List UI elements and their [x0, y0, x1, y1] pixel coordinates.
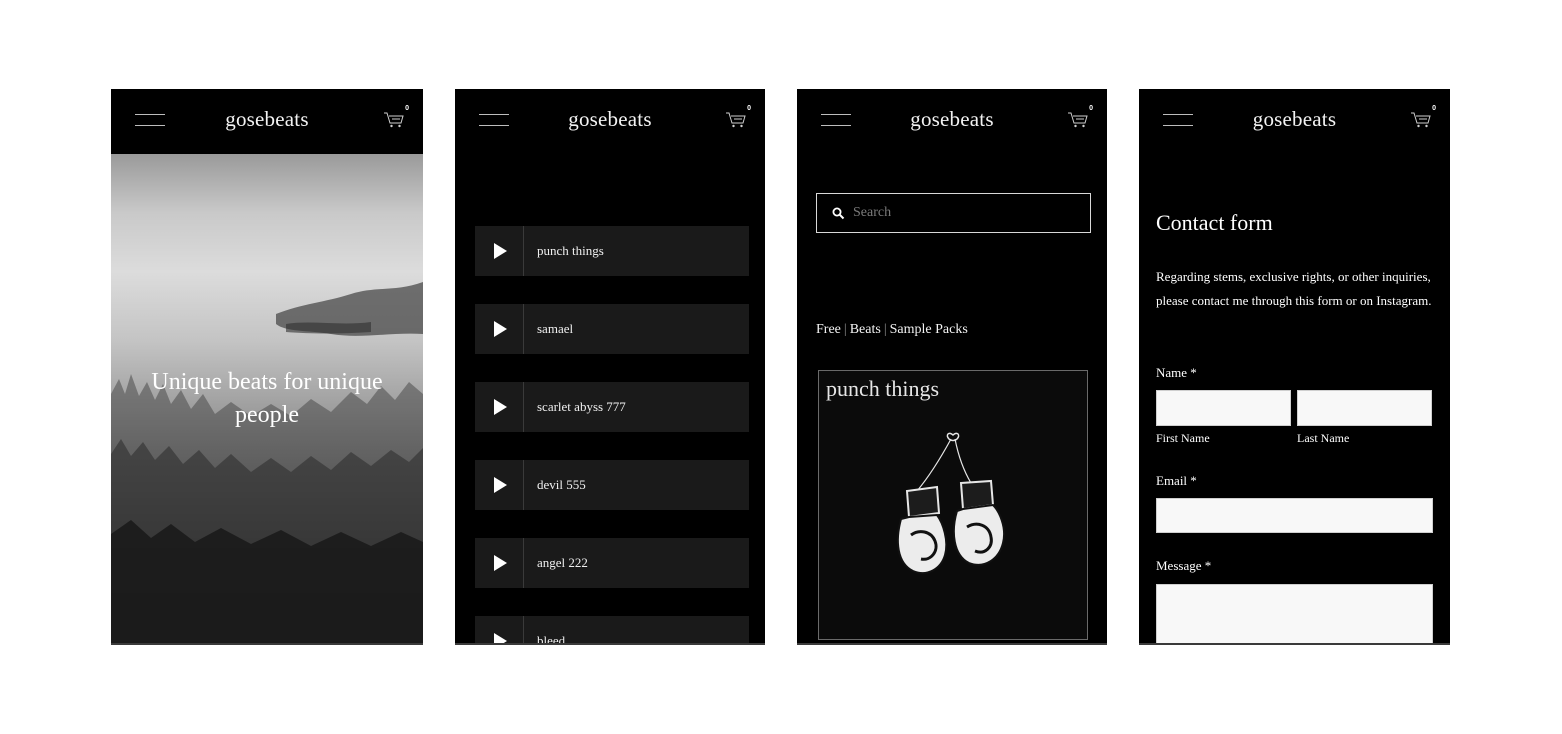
site-logo[interactable]: gosebeats — [797, 107, 1107, 132]
track-title: angel 222 — [537, 555, 588, 570]
email-field[interactable] — [1156, 498, 1433, 533]
track-item[interactable]: bleed — [475, 616, 749, 645]
last-name-label: Last Name — [1297, 431, 1350, 445]
site-logo[interactable]: gosebeats — [455, 107, 765, 132]
phone-bottom-edge — [111, 643, 423, 645]
category-free-link[interactable]: Free — [816, 322, 841, 337]
hero-banner: Unique beats for unique people — [111, 154, 423, 645]
site-header: gosebeats 0 — [1139, 89, 1450, 153]
last-name-field[interactable] — [1297, 390, 1432, 426]
play-icon — [494, 243, 507, 259]
cart-count-badge: 0 — [1089, 105, 1093, 112]
play-button[interactable] — [475, 460, 524, 510]
contact-form-description: Regarding stems, exclusive rights, or ot… — [1156, 269, 1432, 308]
contact-form-title: Contact form — [1156, 210, 1273, 235]
category-links: Free | Beats | Sample Packs — [816, 322, 968, 338]
cart-button[interactable]: 0 — [1067, 105, 1093, 133]
cart-count-badge: 0 — [405, 105, 409, 112]
phone-bottom-edge — [797, 643, 1107, 645]
track-item[interactable]: scarlet abyss 777 — [475, 382, 749, 432]
site-header: gosebeats 0 — [111, 89, 423, 153]
site-logo[interactable]: gosebeats — [1139, 107, 1450, 132]
play-button[interactable] — [475, 382, 524, 432]
product-card[interactable]: punch things — [818, 370, 1088, 640]
play-button[interactable] — [475, 538, 524, 588]
play-icon — [494, 399, 507, 415]
track-title: devil 555 — [537, 477, 586, 492]
category-separator: | — [843, 322, 847, 337]
category-separator: | — [883, 322, 887, 337]
phone-tracks-screen: gosebeats 0 punch things samael scarlet … — [455, 89, 765, 645]
play-button[interactable] — [475, 616, 524, 645]
site-header: gosebeats 0 — [797, 89, 1107, 153]
track-title: samael — [537, 321, 574, 336]
category-beats-link[interactable]: Beats — [850, 322, 881, 337]
cart-button[interactable]: 0 — [1410, 105, 1436, 133]
hero-headline: Unique beats for unique people — [151, 369, 383, 428]
cart-icon — [1068, 112, 1088, 128]
cart-count-badge: 0 — [747, 105, 751, 112]
cart-icon — [726, 112, 746, 128]
cart-icon — [384, 112, 404, 128]
phone-home-screen: gosebeats 0 Unique beats for unique peop… — [111, 89, 423, 645]
search-input[interactable] — [853, 203, 1073, 223]
phone-store-screen: gosebeats 0 Free|Beats|Sample Packs punc… — [797, 89, 1107, 645]
track-title: punch things — [537, 243, 604, 258]
product-title: punch things — [826, 376, 940, 401]
play-icon — [494, 555, 507, 571]
category-sample-packs-link[interactable]: Sample Packs — [890, 322, 968, 337]
phone-bottom-edge — [1139, 643, 1450, 645]
track-item[interactable]: samael — [475, 304, 749, 354]
cart-button[interactable]: 0 — [725, 105, 751, 133]
email-label: Email * — [1156, 473, 1197, 488]
search-box — [816, 193, 1091, 233]
site-logo[interactable]: gosebeats — [111, 107, 423, 132]
cart-count-badge: 0 — [1432, 105, 1436, 112]
site-header: gosebeats 0 — [455, 89, 765, 153]
play-icon — [494, 321, 507, 337]
phone-contact-screen: gosebeats 0 Contact form Regarding stems… — [1139, 89, 1450, 645]
play-button[interactable] — [475, 304, 524, 354]
cart-icon — [1411, 112, 1431, 128]
message-label: Message * — [1156, 558, 1212, 573]
search-icon — [832, 207, 845, 220]
cart-button[interactable]: 0 — [383, 105, 409, 133]
track-item[interactable]: punch things — [475, 226, 749, 276]
boxing-gloves-image — [896, 432, 1005, 574]
play-icon — [494, 477, 507, 493]
name-label: Name * — [1156, 365, 1197, 380]
play-button[interactable] — [475, 226, 524, 276]
track-item[interactable]: angel 222 — [475, 538, 749, 588]
track-title: scarlet abyss 777 — [537, 399, 626, 414]
phone-bottom-edge — [455, 643, 765, 645]
first-name-field[interactable] — [1156, 390, 1291, 426]
track-item[interactable]: devil 555 — [475, 460, 749, 510]
message-field[interactable] — [1156, 584, 1433, 645]
first-name-label: First Name — [1156, 431, 1210, 445]
